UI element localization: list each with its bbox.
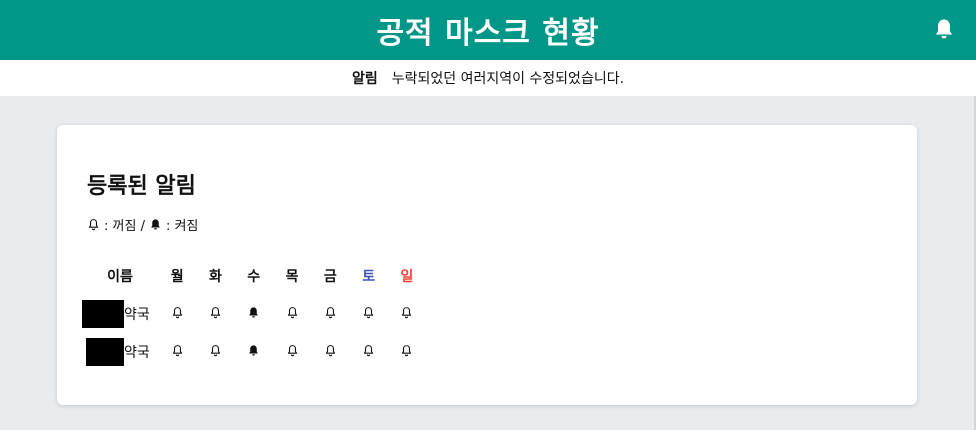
table-row: 약국 xyxy=(82,333,426,371)
alert-toggle-wed[interactable] xyxy=(235,295,273,333)
bell-outline-icon[interactable] xyxy=(362,344,375,357)
notice-bar: 알림 누락되었던 여러지역이 수정되었습니다. xyxy=(0,60,976,96)
alert-toggle-tue[interactable] xyxy=(196,333,234,371)
column-header-name: 이름 xyxy=(107,269,133,285)
alert-toggle-sat[interactable] xyxy=(349,333,387,371)
redacted-name-block xyxy=(82,300,124,328)
column-header-tue: 화 xyxy=(209,269,222,285)
alert-toggle-mon[interactable] xyxy=(158,333,196,371)
bell-outline-icon[interactable] xyxy=(324,344,337,357)
bell-outline-icon[interactable] xyxy=(324,306,337,319)
alert-toggle-fri[interactable] xyxy=(311,295,349,333)
alert-toggle-sun[interactable] xyxy=(388,333,426,371)
bell-filled-icon[interactable] xyxy=(247,344,260,357)
alert-toggle-fri[interactable] xyxy=(311,333,349,371)
legend-on-text: : 켜짐 xyxy=(165,219,199,234)
schedule-table: 이름 월 화 수 목 금 토 일 약국 약국 xyxy=(82,257,426,371)
column-header-mon: 월 xyxy=(170,269,184,285)
app-header: 공적 마스크 현황 xyxy=(0,0,976,60)
table-row: 약국 xyxy=(82,295,426,333)
legend-off-text: : 꺼짐 / xyxy=(104,219,145,234)
bell-filled-icon xyxy=(149,218,162,231)
alert-toggle-tue[interactable] xyxy=(196,295,234,333)
bell-outline-icon[interactable] xyxy=(400,306,413,319)
bell-filled-icon[interactable] xyxy=(247,306,260,319)
bell-outline-icon[interactable] xyxy=(400,344,413,357)
alert-toggle-thu[interactable] xyxy=(273,295,311,333)
bell-outline-icon[interactable] xyxy=(286,306,299,319)
table-header-row: 이름 월 화 수 목 금 토 일 xyxy=(82,257,426,295)
column-header-wed: 수 xyxy=(247,269,261,285)
column-header-fri: 금 xyxy=(323,269,337,285)
notice-message: 누락되었던 여러지역이 수정되었습니다. xyxy=(391,71,625,87)
pharmacy-name-suffix: 약국 xyxy=(124,345,150,361)
card-title: 등록된 알림 xyxy=(87,174,196,199)
alert-toggle-sat[interactable] xyxy=(349,295,387,333)
bell-outline-icon[interactable] xyxy=(286,344,299,357)
column-header-sat: 토 xyxy=(362,269,376,285)
alert-toggle-thu[interactable] xyxy=(273,333,311,371)
bell-outline-icon[interactable] xyxy=(209,306,222,319)
bell-outline-icon[interactable] xyxy=(171,306,184,319)
bell-outline-icon xyxy=(87,218,100,231)
bell-icon[interactable] xyxy=(932,17,956,41)
bell-outline-icon[interactable] xyxy=(209,344,222,357)
notice-label: 알림 xyxy=(351,71,378,87)
redacted-name-block xyxy=(86,338,124,366)
column-header-thu: 목 xyxy=(285,269,299,285)
alert-toggle-wed[interactable] xyxy=(235,333,273,371)
pharmacy-name-suffix: 약국 xyxy=(124,307,150,323)
alerts-card: 등록된 알림 : 꺼짐 / : 켜짐 이름 월 화 수 목 금 토 일 약국 약국 xyxy=(57,125,917,405)
pharmacy-name: 약국 xyxy=(82,333,158,371)
alert-toggle-sun[interactable] xyxy=(388,295,426,333)
bell-outline-icon[interactable] xyxy=(362,306,375,319)
column-header-sun: 일 xyxy=(400,269,414,285)
page-title: 공적 마스크 현황 xyxy=(376,16,600,51)
pharmacy-name: 약국 xyxy=(82,295,158,333)
legend: : 꺼짐 / : 켜짐 xyxy=(87,215,202,234)
alert-toggle-mon[interactable] xyxy=(158,295,196,333)
bell-outline-icon[interactable] xyxy=(171,344,184,357)
